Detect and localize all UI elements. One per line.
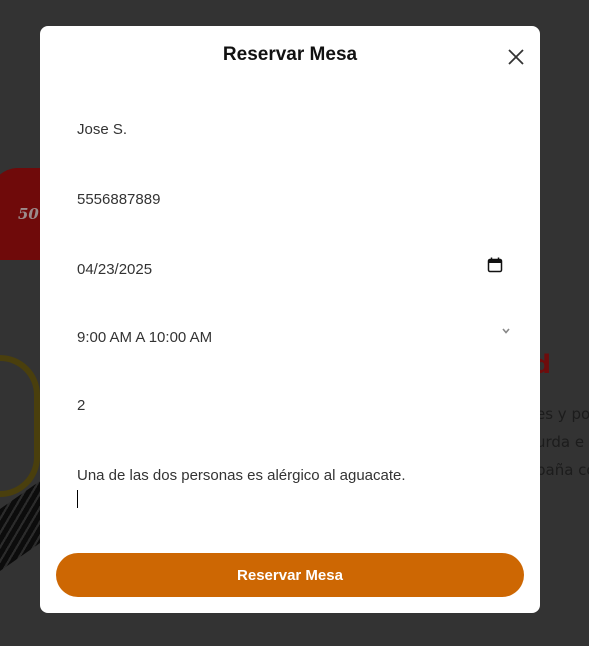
bg-emblem-icon — [0, 355, 40, 497]
name-field[interactable]: Jose S. — [77, 121, 505, 138]
close-icon — [508, 49, 524, 65]
chevron-down-icon — [502, 328, 510, 334]
bg-paragraph-line: urda e — [536, 433, 585, 451]
calendar-icon[interactable] — [487, 257, 503, 273]
date-value: 04/23/2025 — [77, 261, 153, 278]
close-button[interactable] — [506, 47, 526, 67]
notes-value: Una de las dos personas es alérgico al a… — [77, 467, 406, 484]
guests-field[interactable]: 2 — [77, 397, 505, 414]
time-select[interactable]: 9:00 AM A 10:00 AM — [77, 328, 510, 346]
guests-value: 2 — [77, 397, 86, 414]
time-value: 9:00 AM A 10:00 AM — [77, 329, 213, 346]
name-value: Jose S. — [77, 121, 128, 138]
bg-paragraph-line: paña co — [536, 461, 589, 479]
notes-textarea[interactable]: Una de las dos personas es alérgico al a… — [77, 467, 505, 484]
phone-field[interactable]: 5556887889 — [77, 191, 505, 208]
modal-title: Reservar Mesa — [222, 44, 358, 65]
date-field[interactable]: 04/23/2025 — [77, 257, 505, 278]
reservation-modal: Reservar Mesa Jose S. 5556887889 04/23/2… — [40, 26, 540, 613]
phone-value: 5556887889 — [77, 191, 161, 208]
bg-paragraph-line: es y po — [536, 405, 589, 423]
reserve-submit-button[interactable]: Reservar Mesa — [56, 553, 524, 597]
bg-promo-badge-text: 50 — [18, 205, 39, 223]
text-cursor — [77, 490, 78, 508]
